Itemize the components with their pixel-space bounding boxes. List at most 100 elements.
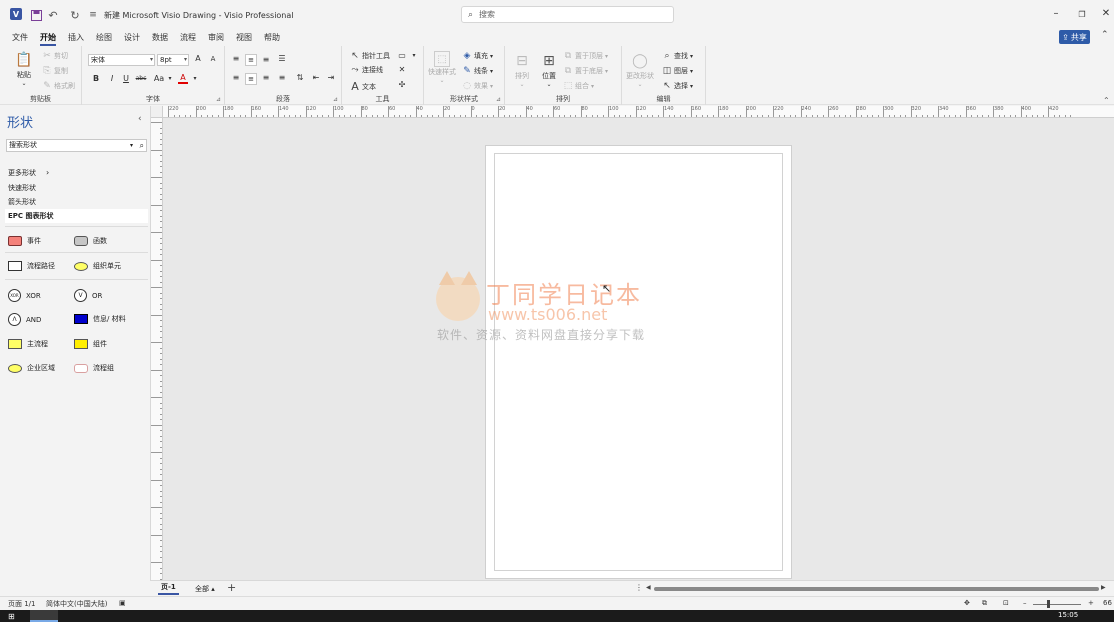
zoom-in-button[interactable]: + xyxy=(1088,599,1094,607)
align-right-icon[interactable]: ≡ xyxy=(261,73,271,82)
group-button[interactable]: ⬚ 组合 ▾ xyxy=(563,81,594,91)
connection-point-icon[interactable]: ✣ xyxy=(397,80,407,89)
customize-toolbar-icon[interactable]: ≡ xyxy=(86,8,100,22)
shape-item-process-group[interactable]: 流程组 xyxy=(74,363,114,373)
all-pages-button[interactable]: 全部 ▴ xyxy=(195,584,215,594)
align-top-icon[interactable]: ≡ xyxy=(231,54,241,63)
shape-item-component[interactable]: 组件 xyxy=(74,339,107,349)
zoom-out-button[interactable]: – xyxy=(1023,599,1027,607)
shape-item-org-unit[interactable]: 组织单元 xyxy=(74,261,121,271)
send-to-back-button[interactable]: ⧉ 置于底层 ▾ xyxy=(563,66,608,76)
shape-item-event[interactable]: 事件 xyxy=(8,236,41,246)
epc-stencil-link[interactable]: EPC 图表形状 xyxy=(5,209,148,223)
fit-page-icon[interactable]: ✥ xyxy=(964,599,970,607)
font-size-combo[interactable]: 8pt ▾ xyxy=(157,54,189,66)
grow-font-button[interactable]: A xyxy=(193,54,203,63)
presentation-mode-icon[interactable]: ⊡ xyxy=(1003,599,1009,607)
cut-button[interactable]: ✂ 剪切 xyxy=(42,51,68,61)
bold-button[interactable]: B xyxy=(91,74,101,83)
quick-styles-button[interactable]: ⬚ 快速样式 ⌄ xyxy=(428,51,456,84)
chevron-down-icon[interactable]: ▾ xyxy=(165,75,175,82)
share-button[interactable]: ⇪ 共享 xyxy=(1059,30,1090,44)
justify-icon[interactable]: ≡ xyxy=(277,73,287,82)
search-icon[interactable]: ⌕ xyxy=(140,140,144,151)
change-shape-button[interactable]: ◯ 更改形状 ⌄ xyxy=(626,51,654,88)
scroll-right-icon[interactable]: ▶ xyxy=(1101,584,1106,591)
arrow-shapes-link[interactable]: 箭头形状 xyxy=(8,197,36,207)
drawing-canvas[interactable]: 丁同学日记本 www.ts006.net 软件、资源、资料网盘直接分享下载 ↖ xyxy=(163,118,1114,580)
find-button[interactable]: ⌕ 查找 ▾ xyxy=(662,51,693,61)
page-info[interactable]: 页面 1/1 xyxy=(8,599,36,609)
collapse-pane-icon[interactable]: ‹ xyxy=(138,114,142,124)
tab-insert[interactable]: 插入 xyxy=(62,30,90,46)
scroll-split-icon[interactable]: ⋮ xyxy=(635,583,643,592)
taskbar-visio-app[interactable] xyxy=(30,610,58,622)
bring-to-front-button[interactable]: ⧉ 置于顶层 ▾ xyxy=(563,51,608,61)
underline-button[interactable]: U xyxy=(121,74,131,83)
delete-connector-icon[interactable]: ✕ xyxy=(397,65,407,74)
connector-button[interactable]: ⤳ 连接线 xyxy=(350,65,383,75)
shape-item-or[interactable]: V OR xyxy=(74,289,102,302)
more-shapes-link[interactable]: 更多形状 › xyxy=(8,168,49,178)
tab-process[interactable]: 流程 xyxy=(174,30,202,46)
add-page-button[interactable]: + xyxy=(227,581,236,594)
strikethrough-button[interactable]: abc xyxy=(134,75,148,82)
align-middle-icon[interactable]: ≡ xyxy=(245,54,257,66)
decrease-indent-icon[interactable]: ⇤ xyxy=(311,73,321,82)
zoom-slider[interactable] xyxy=(1033,604,1081,605)
align-left-icon[interactable]: ≡ xyxy=(231,73,241,82)
shape-item-info-material[interactable]: 信息/ 材料 xyxy=(74,314,126,324)
shape-search-input[interactable]: 搜索形状 ▾ ⌕ xyxy=(6,139,147,152)
undo-icon[interactable]: ↶ xyxy=(46,8,60,22)
page-tab-1[interactable]: 页-1 xyxy=(158,582,179,595)
restore-button[interactable]: ❐ xyxy=(1075,10,1089,19)
tab-help[interactable]: 帮助 xyxy=(258,30,286,46)
collapse-ribbon-icon[interactable]: ⌃ xyxy=(1103,96,1110,105)
tab-design[interactable]: 设计 xyxy=(118,30,146,46)
paste-button[interactable]: 📋 粘贴 ⌄ xyxy=(14,50,34,87)
format-painter-button[interactable]: ✎ 格式刷 xyxy=(42,81,75,91)
scroll-left-icon[interactable]: ◀ xyxy=(646,584,651,591)
tab-review[interactable]: 审阅 xyxy=(202,30,230,46)
quick-shapes-link[interactable]: 快速形状 xyxy=(8,183,36,193)
horizontal-ruler[interactable]: 220 200 180 160 140 120 100 80 60 40 20 0 20 40 60 80 10… xyxy=(163,106,1114,118)
tab-view[interactable]: 视图 xyxy=(230,30,258,46)
chevron-down-icon[interactable]: ▾ xyxy=(409,52,419,59)
search-input[interactable]: ⌕ 搜索 xyxy=(461,6,674,23)
tab-data[interactable]: 数据 xyxy=(146,30,174,46)
save-icon[interactable] xyxy=(29,8,43,22)
layers-button[interactable]: ◫ 图层 ▾ xyxy=(662,66,693,76)
windows-start-icon[interactable]: ⊞ xyxy=(8,612,15,621)
language-status[interactable]: 简体中文(中国大陆) xyxy=(46,599,107,609)
shape-item-main-process[interactable]: 主流程 xyxy=(8,339,48,349)
select-button[interactable]: ↖ 选择 ▾ xyxy=(662,81,693,91)
shape-styles-dialog-launcher-icon[interactable]: ⊿ xyxy=(496,96,501,103)
italic-button[interactable]: I xyxy=(107,74,117,83)
zoom-slider-thumb[interactable] xyxy=(1047,600,1050,608)
macro-record-icon[interactable]: ▣ xyxy=(119,599,126,607)
shape-item-function[interactable]: 函数 xyxy=(74,236,107,246)
switch-windows-icon[interactable]: ⧉ xyxy=(982,599,987,608)
zoom-level[interactable]: 66 xyxy=(1103,599,1112,607)
close-button[interactable]: ✕ xyxy=(1099,8,1113,19)
bullets-icon[interactable]: ☰ xyxy=(277,54,287,63)
horizontal-scrollbar[interactable] xyxy=(654,587,1099,591)
shape-item-and[interactable]: Λ AND xyxy=(8,313,41,326)
tab-draw[interactable]: 绘图 xyxy=(90,30,118,46)
redo-icon[interactable]: ↻ xyxy=(68,8,82,22)
increase-indent-icon[interactable]: ⇥ xyxy=(326,73,336,82)
pointer-tool-button[interactable]: ↖ 指针工具 xyxy=(350,51,390,61)
text-tool-button[interactable]: A 文本 xyxy=(350,80,376,93)
font-dialog-launcher-icon[interactable]: ⊿ xyxy=(216,96,221,103)
font-color-button[interactable]: A xyxy=(178,73,188,84)
line-button[interactable]: ✎ 线条 ▾ xyxy=(462,66,493,76)
shape-item-enterprise-area[interactable]: 企业区域 xyxy=(8,363,55,373)
chevron-down-icon[interactable]: ▾ xyxy=(130,140,133,151)
effects-button[interactable]: ◌ 效果 ▾ xyxy=(462,81,493,91)
chevron-down-icon[interactable]: ▾ xyxy=(190,75,200,82)
position-button[interactable]: ⊞ 位置 ⌄ xyxy=(539,51,559,88)
shape-item-xor[interactable]: XOR XOR xyxy=(8,289,41,302)
vertical-ruler[interactable] xyxy=(151,118,163,580)
font-name-combo[interactable]: 宋体 ▾ xyxy=(88,54,155,66)
align-button[interactable]: ⊟ 排列 ⌄ xyxy=(512,51,532,88)
